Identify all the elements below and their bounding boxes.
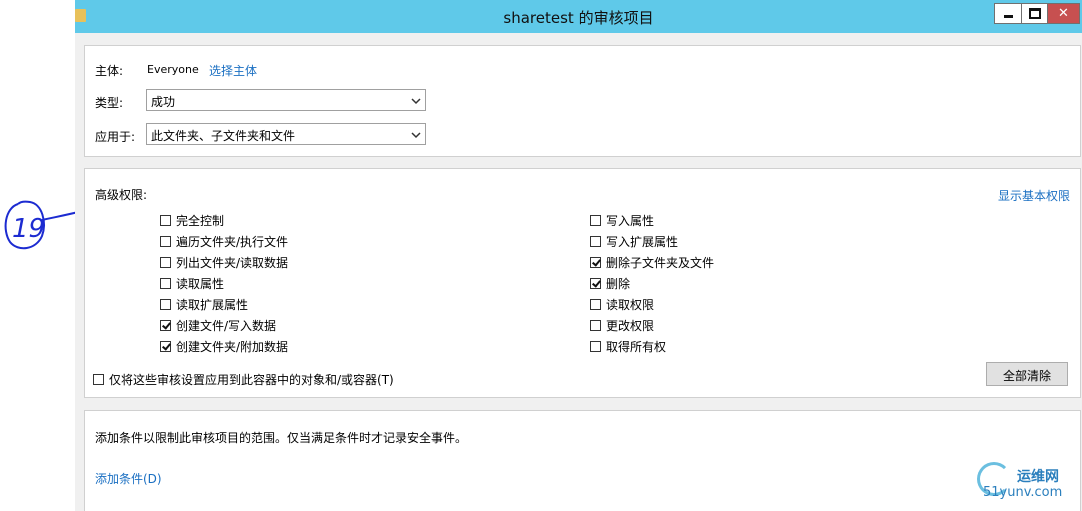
applies-to-label: 应用于:: [95, 130, 136, 144]
checkbox-box[interactable]: [160, 341, 171, 352]
select-principal-link[interactable]: 选择主体: [209, 62, 257, 79]
permission-label: 删除: [606, 277, 631, 291]
permission-checkbox-right-4[interactable]: 读取权限: [590, 296, 654, 313]
checkbox-box[interactable]: [160, 257, 171, 268]
close-button[interactable]: ✕: [1048, 3, 1080, 24]
permission-checkbox-left-6[interactable]: 创建文件夹/附加数据: [160, 338, 288, 355]
checkbox-box[interactable]: [590, 299, 601, 310]
checkbox-box[interactable]: [160, 299, 171, 310]
add-condition-link[interactable]: 添加条件(D): [95, 470, 162, 487]
watermark-en: 51yunv.com: [983, 485, 1063, 500]
apply-only-label: 仅将这些审核设置应用到此容器中的对象和/或容器(T): [109, 373, 394, 387]
checkbox-box[interactable]: [93, 374, 104, 385]
permission-label: 创建文件/写入数据: [176, 319, 277, 333]
checkbox-box[interactable]: [590, 278, 601, 289]
principal-value: Everyone: [147, 63, 199, 76]
watermark-cn: 运维网: [1017, 469, 1059, 485]
condition-description: 添加条件以限制此审核项目的范围。仅当满足条件时才记录安全事件。: [95, 431, 468, 445]
close-icon: ✕: [1058, 6, 1069, 21]
permission-label: 创建文件夹/附加数据: [176, 340, 289, 354]
type-label: 类型:: [95, 96, 124, 110]
checkbox-box[interactable]: [590, 341, 601, 352]
permission-checkbox-right-6[interactable]: 取得所有权: [590, 338, 666, 355]
permission-checkbox-right-3[interactable]: 删除: [590, 275, 630, 292]
permission-checkbox-left-0[interactable]: 完全控制: [160, 212, 224, 229]
permission-checkbox-right-5[interactable]: 更改权限: [590, 317, 654, 334]
checkbox-box[interactable]: [590, 257, 601, 268]
permission-checkbox-right-0[interactable]: 写入属性: [590, 212, 654, 229]
maximize-icon: [1028, 8, 1041, 19]
apply-only-to-container-checkbox[interactable]: 仅将这些审核设置应用到此容器中的对象和/或容器(T): [93, 371, 394, 388]
clear-all-button[interactable]: 全部清除: [986, 362, 1068, 386]
permission-label: 删除子文件夹及文件: [606, 256, 715, 270]
watermark-logo: 运维网 51yunv.com: [973, 452, 1082, 508]
permission-label: 列出文件夹/读取数据: [176, 256, 289, 270]
show-basic-permissions-link[interactable]: 显示基本权限: [998, 187, 1070, 204]
permission-label: 完全控制: [176, 214, 225, 228]
maximize-button[interactable]: [1022, 3, 1048, 24]
checkbox-box[interactable]: [160, 320, 171, 331]
applies-to-select[interactable]: 此文件夹、子文件夹和文件: [146, 123, 426, 145]
principal-label: 主体:: [95, 64, 124, 78]
permission-label: 取得所有权: [606, 340, 667, 354]
permission-checkbox-left-5[interactable]: 创建文件/写入数据: [160, 317, 276, 334]
permission-label: 读取权限: [606, 298, 655, 312]
permission-checkbox-left-2[interactable]: 列出文件夹/读取数据: [160, 254, 288, 271]
advanced-permissions-heading: 高级权限:: [95, 188, 148, 202]
chevron-down-icon: [411, 132, 421, 139]
permission-label: 读取属性: [176, 277, 225, 291]
applies-to-select-value: 此文件夹、子文件夹和文件: [151, 129, 296, 143]
permission-label: 更改权限: [606, 319, 655, 333]
audit-entry-window: sharetest 的审核项目 ✕ 主体: Everyone 选择主体 类型: …: [75, 0, 1082, 511]
permission-checkbox-left-4[interactable]: 读取扩展属性: [160, 296, 248, 313]
permission-checkbox-right-1[interactable]: 写入扩展属性: [590, 233, 678, 250]
checkbox-box[interactable]: [160, 215, 171, 226]
minimize-button[interactable]: [994, 3, 1022, 24]
chevron-down-icon: [411, 98, 421, 105]
advanced-permissions-panel: 高级权限: 显示基本权限 完全控制遍历文件夹/执行文件 列出文件夹/读取数据 读取属…: [84, 168, 1081, 398]
permission-checkbox-left-1[interactable]: 遍历文件夹/执行文件: [160, 233, 288, 250]
minimize-icon: [1003, 15, 1013, 18]
checkbox-box[interactable]: [590, 320, 601, 331]
checkbox-box[interactable]: [590, 236, 601, 247]
annotation-number: 19: [12, 214, 45, 244]
type-select[interactable]: 成功: [146, 89, 426, 111]
type-select-value: 成功: [151, 95, 176, 109]
checkbox-box[interactable]: [590, 215, 601, 226]
permission-label: 写入扩展属性: [606, 235, 679, 249]
permission-label: 写入属性: [606, 214, 655, 228]
condition-panel: 添加条件以限制此审核项目的范围。仅当满足条件时才记录安全事件。 添加条件(D): [84, 410, 1081, 511]
permission-label: 遍历文件夹/执行文件: [176, 235, 289, 249]
checkbox-box[interactable]: [160, 278, 171, 289]
checkbox-box[interactable]: [160, 236, 171, 247]
permission-checkbox-right-2[interactable]: 删除子文件夹及文件: [590, 254, 714, 271]
title-bar[interactable]: sharetest 的审核项目 ✕: [75, 0, 1082, 33]
permission-label: 读取扩展属性: [176, 298, 249, 312]
permission-checkbox-left-3[interactable]: 读取属性: [160, 275, 224, 292]
principal-panel: 主体: Everyone 选择主体 类型: 成功 应用于: 此文件夹、子文件夹和…: [84, 45, 1081, 157]
window-title: sharetest 的审核项目: [503, 9, 654, 27]
